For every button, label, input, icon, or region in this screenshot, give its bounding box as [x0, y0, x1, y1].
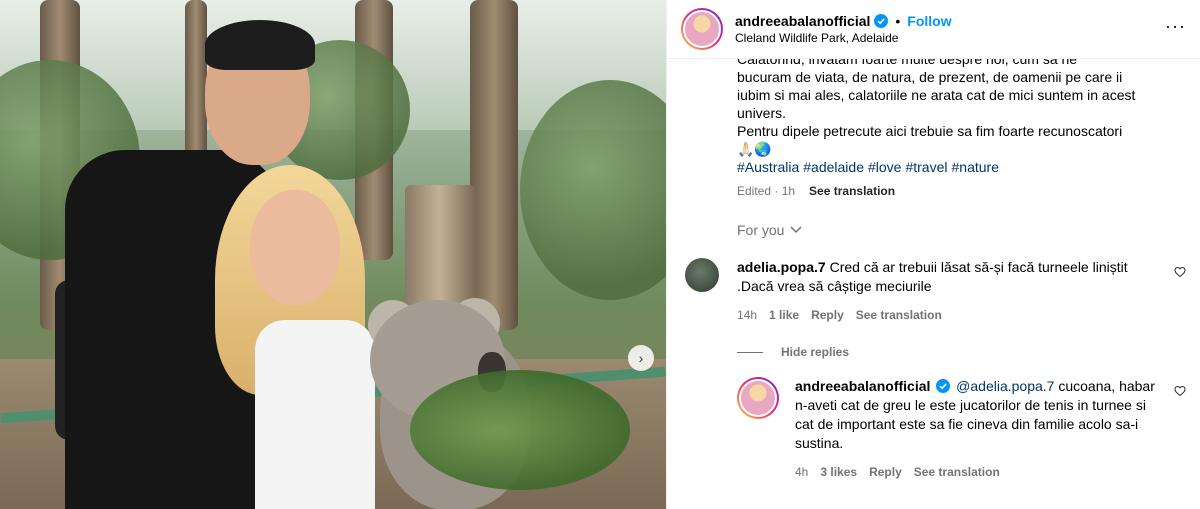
separator-dot: •: [895, 13, 901, 29]
caption-emojis: 🙏🏻🌏: [737, 141, 772, 157]
header-row: andreeabalanofficial • Follow: [735, 13, 952, 29]
chevron-down-icon: [790, 226, 802, 234]
caption-text: bucuram de viata, de natura, de prezent,…: [737, 69, 1123, 85]
post-photo[interactable]: ›: [0, 0, 666, 509]
comment-body: adelia.popa.7 Cred că ar trebuii lăsat s…: [737, 258, 1157, 325]
hide-replies-button[interactable]: Hide replies: [667, 345, 1200, 359]
post-details-panel: andreeabalanofficial • Follow Cleland Wi…: [666, 0, 1200, 509]
hashtag-link[interactable]: #Australia: [737, 159, 799, 175]
header-meta: andreeabalanofficial • Follow Cleland Wi…: [735, 13, 952, 45]
location-link[interactable]: Cleland Wildlife Park, Adelaide: [735, 31, 952, 45]
comment-time: 14h: [737, 308, 758, 322]
avatar[interactable]: [685, 258, 719, 292]
reply-button[interactable]: Reply: [811, 306, 844, 325]
hashtag-link[interactable]: #love: [868, 159, 901, 175]
avatar-image: [683, 10, 721, 48]
caption-text: iubim si mai ales, calatoriile ne arata …: [737, 87, 1136, 103]
reply-actions: 4h 3 likes Reply See translation: [795, 463, 1165, 482]
see-translation-button[interactable]: See translation: [809, 182, 895, 200]
post-caption: Calatorind, invatam foarte multe despre …: [667, 59, 1200, 200]
likes-count-button[interactable]: 1 like: [769, 306, 799, 325]
follow-button[interactable]: Follow: [907, 13, 951, 29]
woman-face: [250, 190, 340, 305]
avatar[interactable]: [737, 377, 779, 419]
reply-time: 4h: [795, 465, 809, 479]
more-horizontal-icon[interactable]: ···: [1165, 16, 1186, 37]
caption-text: Pentru dipele petrecute aici trebuie sa …: [737, 123, 1123, 139]
hashtag-link[interactable]: #adelaide: [803, 159, 864, 175]
hashtag-link[interactable]: #travel: [905, 159, 947, 175]
heart-icon[interactable]: [1174, 266, 1186, 278]
mention-link[interactable]: @adelia.popa.7: [956, 378, 1054, 394]
see-translation-button[interactable]: See translation: [856, 306, 942, 325]
edited-label: Edited · 1h: [737, 184, 796, 198]
verified-badge-icon: [874, 14, 889, 28]
comment-username[interactable]: adelia.popa.7: [737, 259, 826, 275]
for-you-dropdown[interactable]: For you: [667, 222, 1200, 238]
reply-username[interactable]: andreeabalanofficial: [795, 378, 930, 394]
reply-body: andreeabalanofficial @adelia.popa.7 cuco…: [795, 377, 1165, 482]
caption-text: univers.: [737, 105, 787, 121]
carousel-next-icon[interactable]: ›: [628, 345, 654, 371]
verified-badge-icon: [936, 379, 951, 393]
avatar[interactable]: [681, 8, 723, 50]
post-header: andreeabalanofficial • Follow Cleland Wi…: [667, 0, 1200, 59]
heart-icon[interactable]: [1174, 385, 1186, 397]
caption-meta: Edited · 1h See translation: [737, 182, 1184, 200]
reply-button[interactable]: Reply: [869, 463, 902, 482]
hide-replies-label: Hide replies: [781, 345, 850, 359]
hashtag-list: #Australia #adelaide #love #travel #nature: [737, 158, 1184, 176]
avatar-image: [739, 379, 777, 417]
man-hair: [205, 20, 315, 70]
see-translation-button[interactable]: See translation: [914, 463, 1000, 482]
reply-item: andreeabalanofficial @adelia.popa.7 cuco…: [667, 377, 1200, 482]
comment-actions: 14h 1 like Reply See translation: [737, 306, 1157, 325]
divider-line: [737, 351, 763, 353]
woman-top: [255, 320, 375, 509]
username[interactable]: andreeabalanofficial: [735, 13, 870, 29]
hashtag-link[interactable]: #nature: [952, 159, 999, 175]
likes-count-button[interactable]: 3 likes: [820, 463, 857, 482]
for-you-label: For you: [737, 222, 785, 238]
post-view: › andreeabalanofficial • Follow Cleland …: [0, 0, 1200, 509]
tree-trunk: [470, 0, 518, 330]
comment-item: adelia.popa.7 Cred că ar trebuii lăsat s…: [667, 258, 1200, 325]
eucalyptus-leaves: [410, 370, 630, 490]
caption-text: Calatorind, invatam foarte multe despre …: [737, 59, 1078, 67]
caption-partial-line: Calatorind, invatam foarte multe despre …: [737, 59, 1184, 68]
